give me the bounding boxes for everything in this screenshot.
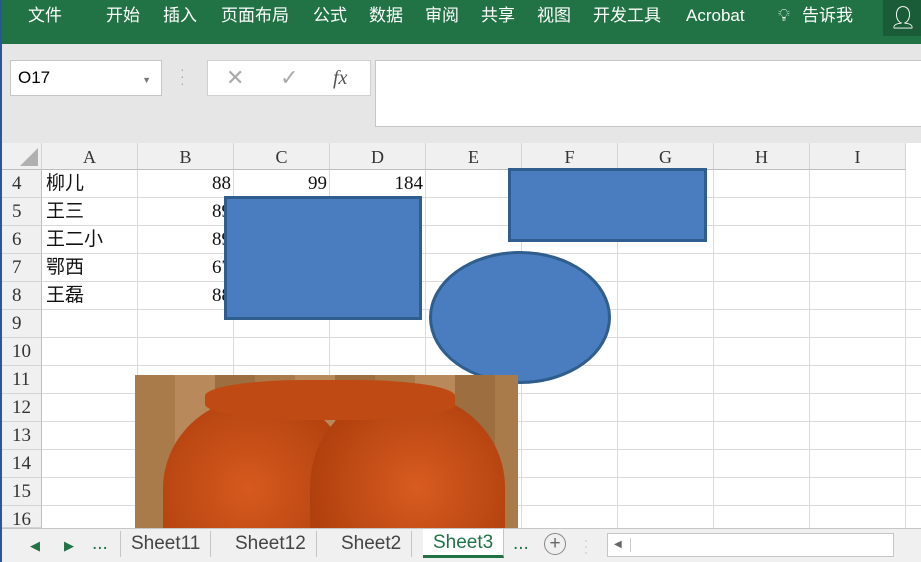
cell-B5[interactable]: 89 [142,198,234,226]
column-header-E[interactable]: E [426,143,522,170]
name-box-value: O17 [18,68,51,87]
chevron-down-icon[interactable]: ▼ [142,71,151,89]
tab-developer[interactable]: 开发工具 [593,4,661,28]
ellipse-shape[interactable] [429,251,611,384]
sheet-tab[interactable]: Sheet2 [331,531,413,557]
column-header-B[interactable]: B [138,143,234,170]
cell-A5[interactable]: 王三 [46,198,138,226]
formula-buttons: ✕ ✓ fx [207,60,371,96]
scroll-left-arrow-icon[interactable]: ◀ [614,538,631,552]
scroll-left-icon[interactable]: ◀ [30,533,40,559]
cell-B6[interactable]: 89 [142,226,234,254]
tab-page-layout[interactable]: 页面布局 [221,4,289,28]
cell-B7[interactable]: 67 [142,254,234,282]
formula-input[interactable] [375,60,921,127]
formula-bar: O17 ▼ · · · ✕ ✓ fx [2,44,921,143]
row-header-6[interactable]: 6 [2,226,42,254]
tab-review[interactable]: 审阅 [425,4,459,28]
tab-insert[interactable]: 插入 [163,4,197,28]
sheet-tab[interactable]: Sheet12 [225,531,317,557]
cell-A8[interactable]: 王磊 [46,282,138,310]
row-header-7[interactable]: 7 [2,254,42,282]
column-header-C[interactable]: C [234,143,330,170]
sheet-tab-active[interactable]: Sheet3 [423,529,505,558]
row-header-10[interactable]: 10 [2,338,42,366]
horizontal-scrollbar[interactable]: ◀ [607,533,894,557]
more-sheets-left[interactable]: ... [92,531,108,557]
tab-data[interactable]: 数据 [369,4,403,28]
column-header-I[interactable]: I [810,143,906,170]
cell-D4[interactable]: 184 [334,170,426,198]
row-header-9[interactable]: 9 [2,310,42,338]
sweater-picture[interactable] [135,375,518,528]
row-header-5[interactable]: 5 [2,198,42,226]
row-header-11[interactable]: 11 [2,366,42,394]
ribbon: 文件 开始 插入 页面布局 公式 数据 审阅 共享 视图 开发工具 Acroba… [2,0,921,44]
column-header-H[interactable]: H [714,143,810,170]
column-header-D[interactable]: D [330,143,426,170]
tell-me[interactable]: 告诉我 [802,4,853,28]
tab-view[interactable]: 视图 [537,4,571,28]
rectangle-shape[interactable] [508,168,707,242]
splitter-handle[interactable]: · · · [584,534,588,558]
gridline [809,170,810,528]
scroll-right-icon[interactable]: ▶ [64,533,74,559]
row-header-15[interactable]: 15 [2,478,42,506]
sheet-tab[interactable]: Sheet11 [120,531,212,557]
tab-home[interactable]: 开始 [106,4,140,28]
tab-share[interactable]: 共享 [481,4,515,28]
gridline [713,170,714,528]
tab-formulas[interactable]: 公式 [313,4,347,28]
cell-A4[interactable]: 柳儿 [46,170,138,198]
add-user-icon[interactable]: 👤︎ [883,0,921,36]
name-box[interactable]: O17 ▼ [10,60,162,96]
drag-handle[interactable]: · · · [180,62,185,90]
cancel-icon[interactable]: ✕ [226,64,244,92]
tab-file[interactable]: 文件 [28,4,62,28]
row-header-8[interactable]: 8 [2,282,42,310]
cell-A6[interactable]: 王二小 [46,226,138,254]
cell-B8[interactable]: 88 [142,282,234,310]
row-header-13[interactable]: 13 [2,422,42,450]
add-sheet-icon[interactable]: + [544,533,566,555]
function-icon[interactable]: fx [333,64,347,92]
row-header-4[interactable]: 4 [2,170,42,198]
cell-A7[interactable]: 鄂西 [46,254,138,282]
row-header-14[interactable]: 14 [2,450,42,478]
row-header-12[interactable]: 12 [2,394,42,422]
select-all[interactable] [2,143,42,170]
rectangle-shape[interactable] [224,196,422,320]
tab-acrobat[interactable]: Acrobat [686,4,745,28]
cell-B4[interactable]: 88 [142,170,234,198]
cell-C4[interactable]: 99 [238,170,330,198]
check-icon[interactable]: ✓ [280,64,298,92]
gridline [905,170,906,528]
lightbulb-icon: 💡︎ [778,6,790,25]
column-header-F[interactable]: F [522,143,618,170]
column-header-G[interactable]: G [618,143,714,170]
row-header-16[interactable]: 16 [2,506,42,530]
more-sheets-right[interactable]: ... [513,531,529,557]
column-header-A[interactable]: A [42,143,138,170]
sheet-tab-bar: ◀ ▶ ... Sheet11 Sheet12 Sheet2 Sheet3 ..… [2,528,921,562]
